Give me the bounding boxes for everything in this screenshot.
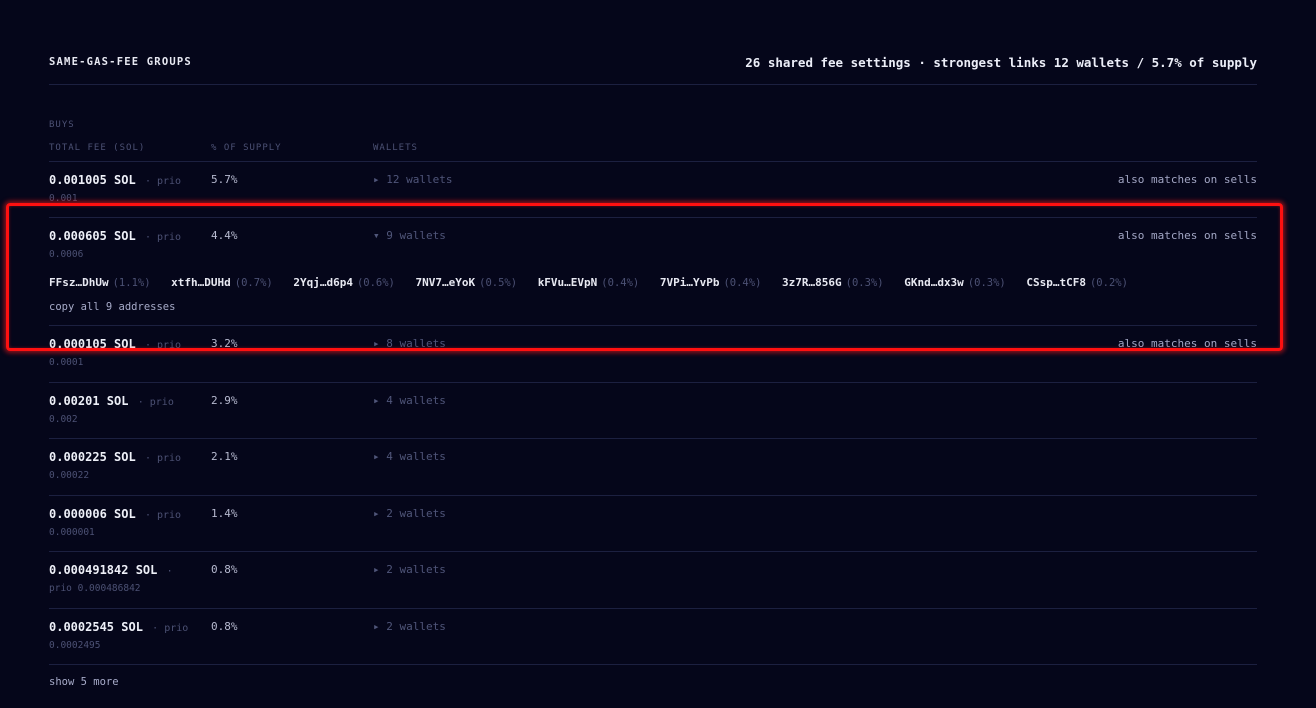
header-divider xyxy=(49,84,1257,85)
prio-tag: · prio xyxy=(152,623,189,634)
wallet-share: (0.3%) xyxy=(845,277,884,289)
prio-value: prio 0.000486842 xyxy=(49,583,141,594)
prio-tag: · xyxy=(166,566,173,577)
section-label-buys: BUYS xyxy=(49,120,75,130)
wallet-address-item: xtfh…DUHd (0.7%) xyxy=(171,276,273,289)
wallet-address[interactable]: GKnd…dx3w xyxy=(904,276,964,289)
fee-value: 0.000006 SOL · prio xyxy=(49,507,182,521)
wallet-address-item: 3z7R…856G (0.3%) xyxy=(782,276,884,289)
prio-value: 0.00022 xyxy=(49,470,90,481)
wallet-share: (0.6%) xyxy=(356,277,395,289)
supply-percent: 1.4% xyxy=(211,507,238,520)
column-header-fee: TOTAL FEE (SOL) xyxy=(49,143,146,153)
wallet-address[interactable]: CSsp…tCF8 xyxy=(1026,276,1086,289)
prio-value: 0.0002495 xyxy=(49,640,101,651)
supply-percent: 5.7% xyxy=(211,173,238,186)
wallets-toggle[interactable]: ▸ 2 wallets xyxy=(373,620,446,633)
wallet-share: (1.1%) xyxy=(112,277,151,289)
prio-tag: · prio xyxy=(137,397,174,408)
wallet-address-item: CSsp…tCF8 (0.2%) xyxy=(1026,276,1128,289)
prio-tag: · prio xyxy=(144,453,182,464)
table-row: 0.000225 SOL · prio 0.00022 2.1% ▸ 4 wal… xyxy=(49,438,1257,495)
fee-value: 0.000491842 SOL · xyxy=(49,563,173,577)
fee-value: 0.000605 SOL · prio xyxy=(49,229,182,243)
wallet-address-item: GKnd…dx3w (0.3%) xyxy=(904,276,1006,289)
wallet-share: (0.4%) xyxy=(601,277,640,289)
supply-percent: 3.2% xyxy=(211,337,238,350)
wallet-address-item: 7NV7…eYoK (0.5%) xyxy=(416,276,518,289)
wallet-address[interactable]: kFVu…EVpN xyxy=(538,276,598,289)
table-row: 0.000491842 SOL · prio 0.000486842 0.8% … xyxy=(49,551,1257,608)
wallet-address-item: FFsz…DhUw (1.1%) xyxy=(49,276,151,289)
table-row: 0.000006 SOL · prio 0.000001 1.4% ▸ 2 wa… xyxy=(49,495,1257,551)
prio-value: 0.001 xyxy=(49,193,78,204)
supply-percent: 0.8% xyxy=(211,620,238,633)
supply-percent: 0.8% xyxy=(211,563,238,576)
show-more-button[interactable]: show 5 more xyxy=(49,676,119,688)
wallet-address[interactable]: 7VPi…YvPb xyxy=(660,276,720,289)
wallet-share: (0.7%) xyxy=(234,277,273,289)
panel-summary: 26 shared fee settings · strongest links… xyxy=(745,54,1257,70)
sells-match-note: also matches on sells xyxy=(1117,173,1257,186)
wallet-address-item: 7VPi…YvPb (0.4%) xyxy=(660,276,762,289)
fee-value: 0.0002545 SOL · prio xyxy=(49,620,189,634)
fee-value: 0.000105 SOL · prio xyxy=(49,337,182,351)
wallet-share: (0.4%) xyxy=(723,277,762,289)
column-header-wallets: WALLETS xyxy=(373,143,418,153)
wallet-address-item: kFVu…EVpN (0.4%) xyxy=(538,276,640,289)
wallet-share: (0.3%) xyxy=(967,277,1006,289)
table-row: 0.00201 SOL · prio 0.002 2.9% ▸ 4 wallet… xyxy=(49,382,1257,438)
prio-value: 0.002 xyxy=(49,414,78,425)
wallet-address[interactable]: 7NV7…eYoK xyxy=(416,276,476,289)
wallet-address-list: FFsz…DhUw (1.1%) xtfh…DUHd (0.7%) 2Yqj…d6p… xyxy=(49,276,1142,289)
row-divider xyxy=(49,664,1257,665)
table-row: 0.001005 SOL · prio 0.001 5.7% ▸ 12 wall… xyxy=(49,161,1257,217)
supply-percent: 2.1% xyxy=(211,450,238,463)
prio-tag: · prio xyxy=(144,510,182,521)
sells-match-note: also matches on sells xyxy=(1117,229,1257,242)
wallets-toggle[interactable]: ▸ 4 wallets xyxy=(373,450,446,463)
wallets-toggle[interactable]: ▸ 2 wallets xyxy=(373,563,446,576)
wallet-address[interactable]: FFsz…DhUw xyxy=(49,276,109,289)
copy-addresses-button[interactable]: copy all 9 addresses xyxy=(49,301,175,313)
wallets-toggle[interactable]: ▸ 4 wallets xyxy=(373,394,446,407)
wallets-toggle[interactable]: ▸ 8 wallets xyxy=(373,337,446,350)
wallet-address-item: 2Yqj…d6p4 (0.6%) xyxy=(293,276,395,289)
wallet-address[interactable]: 2Yqj…d6p4 xyxy=(293,276,353,289)
prio-value: 0.000001 xyxy=(49,527,95,538)
panel-header: SAME-GAS-FEE GROUPS 26 shared fee settin… xyxy=(49,53,1257,71)
supply-percent: 4.4% xyxy=(211,229,238,242)
prio-tag: · prio xyxy=(144,340,182,351)
wallet-address[interactable]: xtfh…DUHd xyxy=(171,276,231,289)
prio-value: 0.0006 xyxy=(49,249,84,260)
prio-tag: · prio xyxy=(144,176,182,187)
wallet-share: (0.5%) xyxy=(479,277,518,289)
wallet-address[interactable]: 3z7R…856G xyxy=(782,276,842,289)
wallets-toggle[interactable]: ▸ 12 wallets xyxy=(373,173,452,186)
fee-value: 0.000225 SOL · prio xyxy=(49,450,182,464)
fee-value: 0.001005 SOL · prio xyxy=(49,173,182,187)
table-row-expanded: 0.000605 SOL · prio 0.0006 4.4% ▾ 9 wall… xyxy=(49,217,1257,325)
table-row: 0.000105 SOL · prio 0.0001 3.2% ▸ 8 wall… xyxy=(49,325,1257,382)
wallets-toggle[interactable]: ▾ 9 wallets xyxy=(373,229,446,242)
sells-match-note: also matches on sells xyxy=(1117,337,1257,350)
panel-title: SAME-GAS-FEE GROUPS xyxy=(49,56,192,68)
fee-value: 0.00201 SOL · prio xyxy=(49,394,174,408)
table-row: 0.0002545 SOL · prio 0.0002495 0.8% ▸ 2 … xyxy=(49,608,1257,664)
supply-percent: 2.9% xyxy=(211,394,238,407)
column-header-supply: % OF SUPPLY xyxy=(211,143,282,153)
wallets-toggle[interactable]: ▸ 2 wallets xyxy=(373,507,446,520)
prio-tag: · prio xyxy=(144,232,182,243)
prio-value: 0.0001 xyxy=(49,357,84,368)
wallet-share: (0.2%) xyxy=(1089,277,1128,289)
